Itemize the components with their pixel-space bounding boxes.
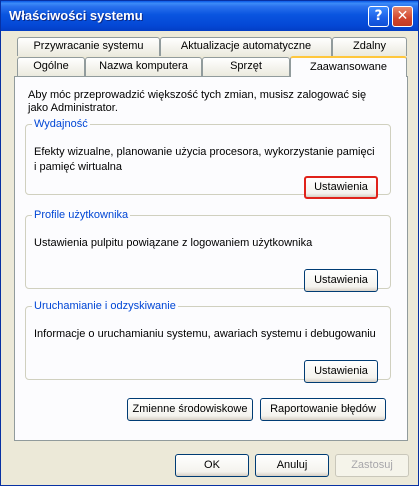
performance-settings-button[interactable]: Ustawienia [304,176,378,199]
tab-remote[interactable]: Zdalny [332,37,407,56]
startup-recovery-description: Informacje o uruchamianiu systemu, awari… [34,328,376,340]
startup-recovery-group: Uruchamianie i odzyskiwanie Informacje o… [25,300,391,383]
apply-button[interactable]: Zastosuj [335,454,409,477]
user-profiles-group-title: Profile użytkownika [34,209,129,221]
performance-description: Efekty wizualne, planowanie użycia proce… [34,146,375,173]
window-title: Właściwości systemu [9,8,143,23]
ok-button[interactable]: OK [175,454,249,477]
tab-automatic-updates[interactable]: Aktualizacje automatyczne [160,37,332,56]
tab-hardware[interactable]: Sprzęt [202,57,290,76]
title-bar[interactable]: Właściwości systemu ? ✕ [1,1,418,31]
admin-info-text: Aby móc przeprowadzić większość tych zmi… [28,89,367,114]
system-properties-window: Właściwości systemu ? ✕ Przywracanie sys… [0,0,419,486]
help-button[interactable]: ? [368,6,389,27]
user-profiles-settings-button[interactable]: Ustawienia [304,269,378,292]
tab-computer-name[interactable]: Nazwa komputera [85,57,202,76]
environment-variables-button[interactable]: Zmienne środowiskowe [127,398,253,421]
performance-group: Wydajność Efekty wizualne, planowanie uż… [25,118,391,199]
user-profiles-group: Profile użytkownika Ustawienia pulpitu p… [25,209,391,292]
startup-recovery-group-title: Uruchamianie i odzyskiwanie [34,300,176,312]
user-profiles-description: Ustawienia pulpitu powiązane z logowanie… [34,237,313,249]
error-reporting-button[interactable]: Raportowanie błędów [260,398,386,421]
tab-system-restore[interactable]: Przywracanie systemu [17,37,160,56]
startup-recovery-settings-button[interactable]: Ustawienia [304,360,378,383]
cancel-button[interactable]: Anuluj [255,454,329,477]
close-button[interactable]: ✕ [392,6,413,27]
tab-general[interactable]: Ogólne [17,57,85,76]
performance-group-title: Wydajność [34,118,88,130]
tab-advanced[interactable]: Zaawansowane [290,56,407,77]
